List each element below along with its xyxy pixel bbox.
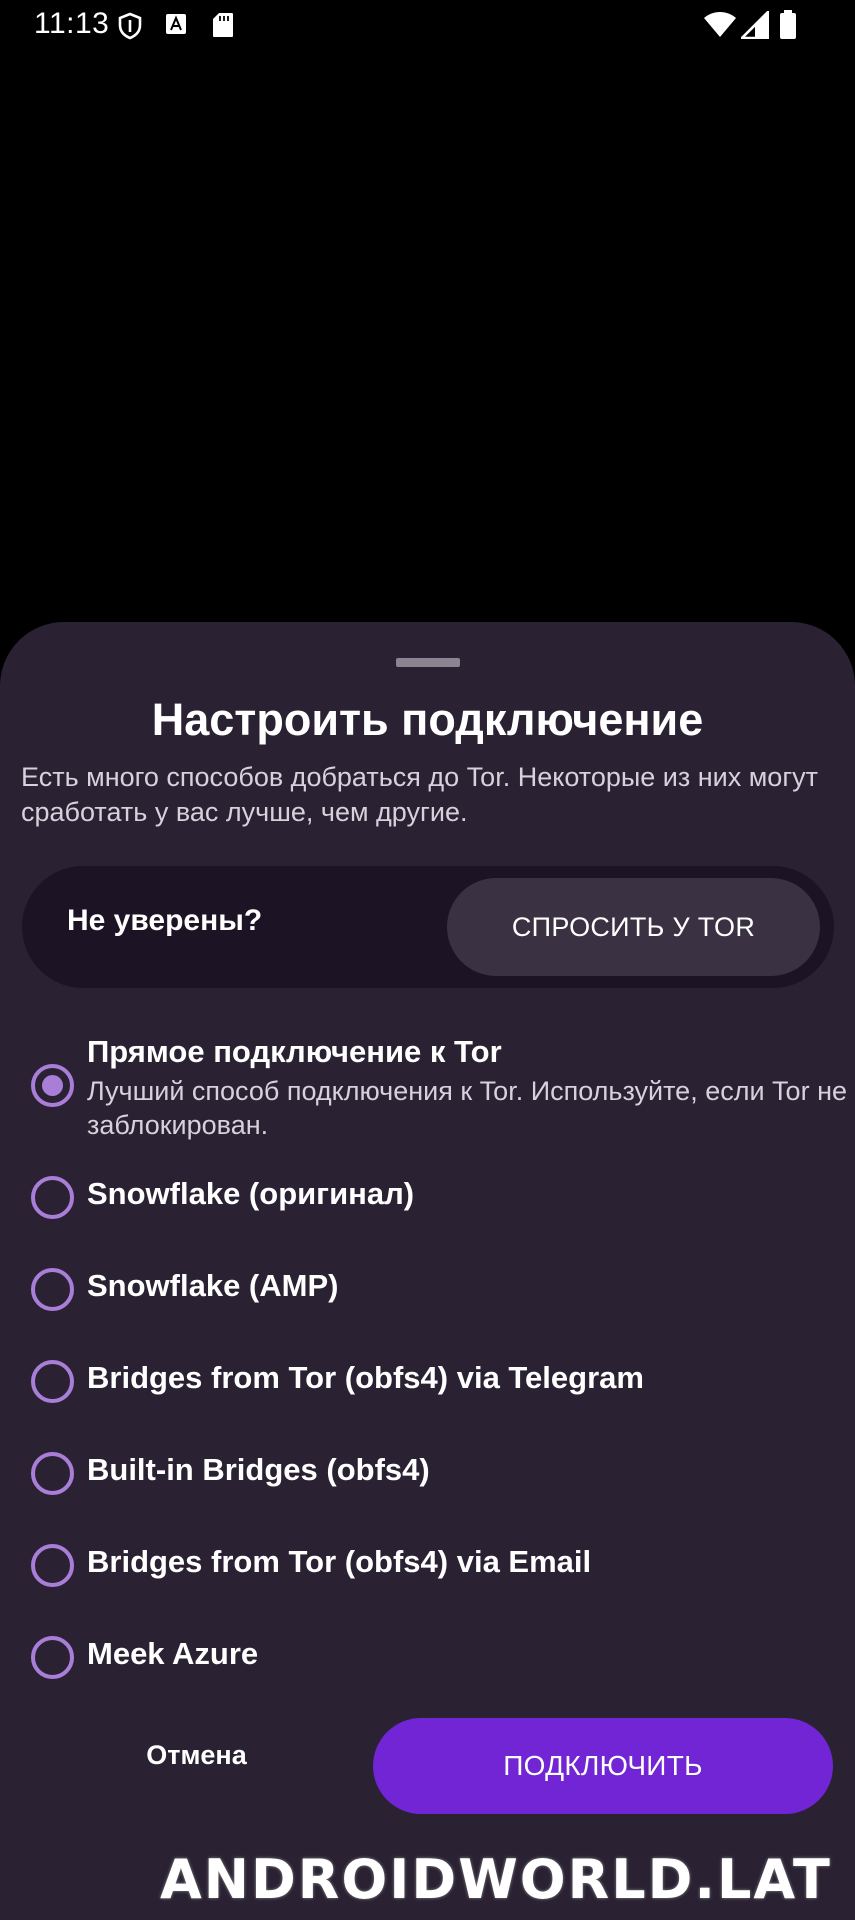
- radio-button[interactable]: [31, 1268, 74, 1311]
- option-label: Прямое подключение к Tor: [87, 1034, 502, 1069]
- wifi-icon: [703, 10, 737, 43]
- signal-icon: [738, 8, 770, 44]
- option-label: Snowflake (AMP): [87, 1268, 339, 1303]
- shield-icon: [118, 12, 142, 45]
- radio-button-checked[interactable]: [31, 1064, 74, 1107]
- option-direct[interactable]: Прямое подключение к Tor Лучший способ п…: [0, 1022, 855, 1142]
- battery-icon: [779, 10, 797, 45]
- a-keyboard-icon: [165, 13, 187, 40]
- drag-handle[interactable]: [396, 658, 460, 667]
- status-time: 11:13: [34, 7, 110, 40]
- sheet-subtitle: Есть много способов добраться до Tor. Не…: [21, 762, 819, 827]
- sheet-title: Настроить подключение: [151, 694, 704, 745]
- radio-button[interactable]: [31, 1452, 74, 1495]
- option-meek-azure[interactable]: Meek Azure: [0, 1622, 855, 1692]
- option-label: Snowflake (оригинал): [87, 1176, 415, 1211]
- watermark: ANDROIDWORLD.LAT: [160, 1848, 832, 1911]
- option-label: Bridges from Tor (obfs4) via Email: [87, 1544, 592, 1579]
- option-description: Лучший способ подключения к Tor. Использ…: [87, 1076, 847, 1140]
- connection-settings-sheet: Настроить подключение Есть много способо…: [0, 622, 855, 1920]
- ask-tor-button[interactable]: СПРОСИТЬ У TOR: [447, 878, 820, 976]
- radio-button[interactable]: [31, 1636, 74, 1679]
- unsure-label: Не уверены?: [67, 904, 263, 937]
- status-bar: 11:13: [0, 0, 855, 50]
- radio-button[interactable]: [31, 1544, 74, 1587]
- option-label: Bridges from Tor (obfs4) via Telegram: [87, 1360, 644, 1395]
- sd-card-icon: [212, 12, 234, 43]
- connect-button[interactable]: ПОДКЛЮЧИТЬ: [373, 1718, 833, 1814]
- option-label: Meek Azure: [87, 1636, 259, 1671]
- option-label: Built-in Bridges (obfs4): [87, 1452, 430, 1487]
- unsure-card: Не уверены? СПРОСИТЬ У TOR: [22, 866, 834, 988]
- radio-button[interactable]: [31, 1176, 74, 1219]
- option-bridges-telegram[interactable]: Bridges from Tor (obfs4) via Telegram: [0, 1346, 855, 1416]
- radio-button[interactable]: [31, 1360, 74, 1403]
- option-bridges-email[interactable]: Bridges from Tor (obfs4) via Email: [0, 1530, 855, 1600]
- cancel-button[interactable]: Отмена: [100, 1722, 293, 1788]
- option-builtin-bridges[interactable]: Built-in Bridges (obfs4): [0, 1438, 855, 1508]
- option-snowflake-original[interactable]: Snowflake (оригинал): [0, 1162, 855, 1232]
- option-snowflake-amp[interactable]: Snowflake (AMP): [0, 1254, 855, 1324]
